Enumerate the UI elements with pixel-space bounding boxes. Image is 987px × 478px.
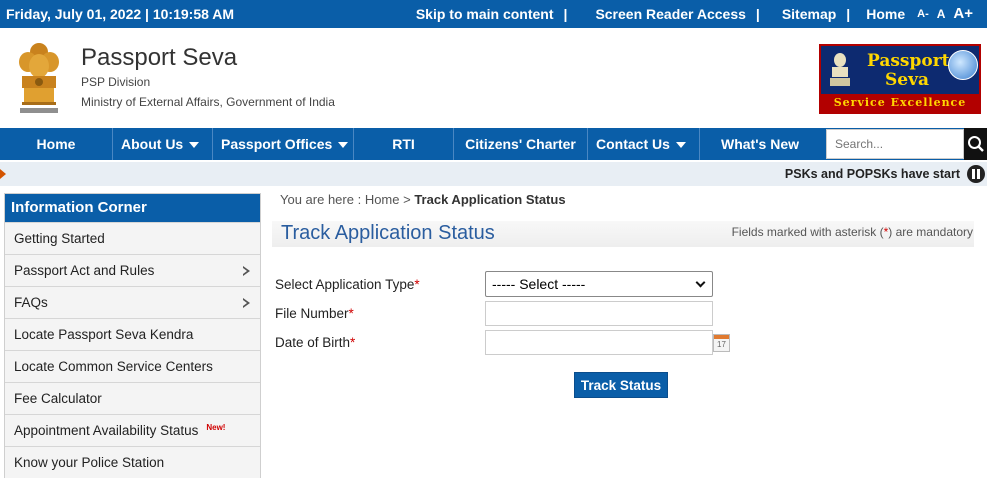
ticker-arrow-icon (0, 169, 6, 179)
nav-contact-us[interactable]: Contact Us (588, 128, 700, 160)
sidebar-item-appointment-availability[interactable]: Appointment Availability Status New! (5, 414, 260, 446)
home-link[interactable]: Home (852, 6, 913, 22)
separator: | (755, 5, 760, 22)
sidebar-item-locate-psk[interactable]: Locate Passport Seva Kendra (5, 318, 260, 350)
date-of-birth-label: Date of Birth* (275, 335, 356, 350)
calendar-icon[interactable]: 17 (713, 334, 730, 352)
application-type-label: Select Application Type* (275, 277, 420, 292)
site-header: Passport Seva PSP Division Ministry of E… (0, 28, 987, 126)
globe-icon (948, 50, 978, 80)
caret-down-icon (189, 142, 200, 149)
current-datetime: Friday, July 01, 2022 | 10:19:58 AM (6, 6, 235, 22)
track-status-button[interactable]: Track Status (574, 372, 668, 398)
file-number-label: File Number* (275, 306, 354, 321)
chevron-right-icon (243, 298, 250, 308)
screen-reader-access-link[interactable]: Screen Reader Access (569, 6, 753, 22)
sidebar-item-locate-csc[interactable]: Locate Common Service Centers (5, 350, 260, 382)
skip-to-main-link[interactable]: Skip to main content (408, 6, 562, 22)
pause-icon[interactable] (967, 165, 985, 183)
sidebar-item-faqs[interactable]: FAQs (5, 286, 260, 318)
nav-citizens-charter[interactable]: Citizens' Charter (454, 128, 588, 160)
mandatory-note: Fields marked with asterisk (*) are mand… (731, 225, 973, 239)
information-corner-sidebar: Information Corner Getting Started Passp… (4, 193, 261, 478)
caret-down-icon (675, 142, 686, 149)
nav-whats-new[interactable]: What's New (700, 128, 824, 160)
search-button[interactable] (964, 128, 987, 160)
logo-text-passport: Passport (867, 51, 950, 71)
sidebar-item-passport-act-rules[interactable]: Passport Act and Rules (5, 254, 260, 286)
page-title: Track Application Status (281, 222, 495, 244)
news-ticker: PSKs and POPSKs have start (0, 162, 987, 186)
site-division: PSP Division (81, 75, 151, 89)
logo-emblem-icon (830, 53, 850, 86)
site-ministry: Ministry of External Affairs, Government… (81, 95, 335, 109)
separator: | (846, 5, 851, 22)
caret-down-icon (338, 142, 349, 149)
search-input[interactable] (826, 129, 964, 159)
sidebar-item-getting-started[interactable]: Getting Started (5, 222, 260, 254)
logo-tagline: Service Excellence (821, 94, 979, 112)
chevron-down-icon (695, 277, 706, 288)
font-normal-button[interactable]: A (933, 7, 950, 21)
new-badge: New! (206, 423, 226, 432)
top-utility-bar: Friday, July 01, 2022 | 10:19:58 AM Skip… (0, 0, 987, 28)
sidebar-item-police-station[interactable]: Know your Police Station (5, 446, 260, 478)
separator: | (563, 5, 568, 22)
nav-home[interactable]: Home (0, 128, 113, 160)
search-icon (967, 136, 984, 152)
utility-links: Skip to main content | Screen Reader Acc… (408, 5, 977, 22)
sidebar-item-fee-calculator[interactable]: Fee Calculator (5, 382, 260, 414)
passport-seva-logo[interactable]: Passport Seva Service Excellence (819, 44, 981, 114)
nav-about-us[interactable]: About Us (113, 128, 213, 160)
nav-passport-offices[interactable]: Passport Offices (213, 128, 354, 160)
font-increase-button[interactable]: A+ (949, 5, 977, 22)
logo-text-seva: Seva (885, 70, 929, 90)
sitemap-link[interactable]: Sitemap (762, 6, 844, 22)
breadcrumb-home-link[interactable]: Home (365, 192, 400, 207)
application-type-select[interactable]: ----- Select ----- (485, 271, 713, 297)
date-of-birth-input[interactable] (485, 330, 713, 355)
national-emblem-icon (19, 43, 59, 113)
breadcrumb: You are here : Home > Track Application … (280, 192, 566, 207)
ticker-text[interactable]: PSKs and POPSKs have start (785, 167, 960, 181)
nav-rti[interactable]: RTI (354, 128, 454, 160)
chevron-right-icon (243, 266, 250, 276)
site-title[interactable]: Passport Seva (81, 44, 237, 72)
sidebar-heading: Information Corner (5, 194, 260, 222)
breadcrumb-current: Track Application Status (414, 192, 566, 207)
font-decrease-button[interactable]: A- (913, 8, 933, 20)
file-number-input[interactable] (485, 301, 713, 326)
